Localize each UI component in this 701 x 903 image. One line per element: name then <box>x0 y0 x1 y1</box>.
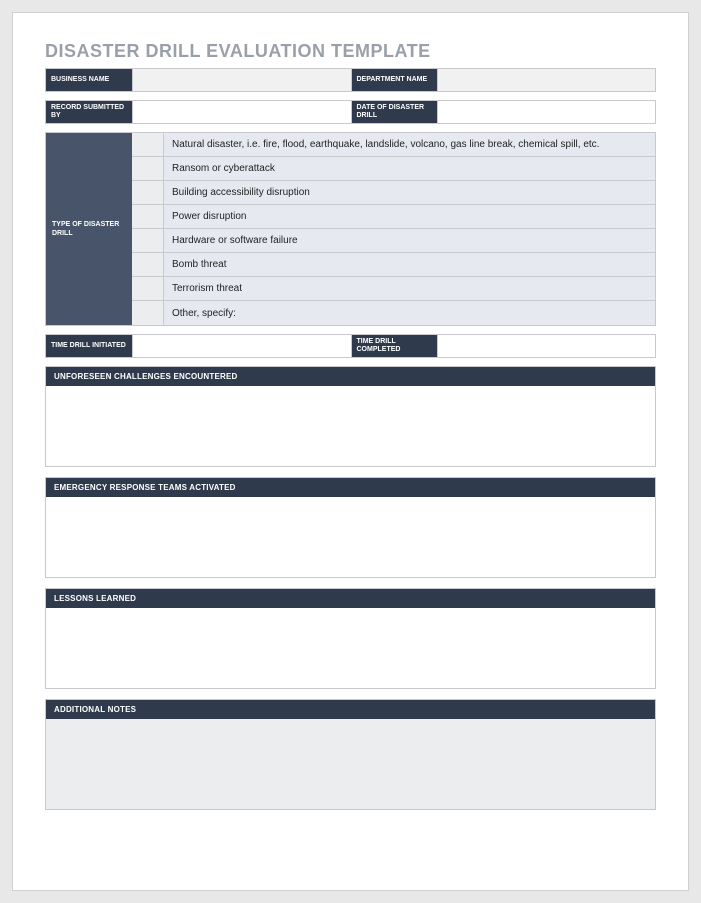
lessons-section: LESSONS LEARNED <box>45 588 656 689</box>
notes-section: ADDITIONAL NOTES <box>45 699 656 810</box>
drill-option-row: Natural disaster, i.e. fire, flood, eart… <box>132 133 655 157</box>
date-of-drill-label: DATE OF DISASTER DRILL <box>351 101 437 123</box>
drill-option-text: Bomb threat <box>164 253 655 276</box>
notes-header: ADDITIONAL NOTES <box>46 700 655 719</box>
time-initiated-input[interactable] <box>132 335 351 357</box>
drill-option-checkbox[interactable] <box>132 181 164 204</box>
record-submitted-by-input[interactable] <box>132 101 351 123</box>
drill-option-checkbox[interactable] <box>132 205 164 228</box>
drill-option-row: Terrorism threat <box>132 277 655 301</box>
response-teams-body[interactable] <box>46 497 655 577</box>
response-teams-header: EMERGENCY RESPONSE TEAMS ACTIVATED <box>46 478 655 497</box>
notes-body[interactable] <box>46 719 655 809</box>
challenges-header: UNFORESEEN CHALLENGES ENCOUNTERED <box>46 367 655 386</box>
drill-type-label: TYPE OF DISASTER DRILL <box>46 133 132 325</box>
drill-option-checkbox[interactable] <box>132 253 164 276</box>
challenges-body[interactable] <box>46 386 655 466</box>
drill-option-text: Ransom or cyberattack <box>164 157 655 180</box>
drill-type-options: Natural disaster, i.e. fire, flood, eart… <box>132 133 655 325</box>
response-teams-section: EMERGENCY RESPONSE TEAMS ACTIVATED <box>45 477 656 578</box>
drill-option-row: Ransom or cyberattack <box>132 157 655 181</box>
drill-option-checkbox[interactable] <box>132 133 164 156</box>
drill-option-text: Natural disaster, i.e. fire, flood, eart… <box>164 133 655 156</box>
department-name-label: DEPARTMENT NAME <box>351 69 437 91</box>
business-dept-row: BUSINESS NAME DEPARTMENT NAME <box>45 68 656 92</box>
time-completed-label: TIME DRILL COMPLETED <box>351 335 437 357</box>
lessons-body[interactable] <box>46 608 655 688</box>
drill-option-checkbox[interactable] <box>132 301 164 325</box>
date-of-drill-input[interactable] <box>437 101 656 123</box>
drill-option-row: Hardware or software failure <box>132 229 655 253</box>
drill-option-row: Other, specify: <box>132 301 655 325</box>
time-initiated-label: TIME DRILL INITIATED <box>46 335 132 357</box>
drill-type-label-text: TYPE OF DISASTER DRILL <box>52 220 126 238</box>
drill-option-text: Terrorism threat <box>164 277 655 300</box>
drill-option-text: Hardware or software failure <box>164 229 655 252</box>
drill-option-checkbox[interactable] <box>132 277 164 300</box>
lessons-header: LESSONS LEARNED <box>46 589 655 608</box>
record-date-row: RECORD SUBMITTED BY DATE OF DISASTER DRI… <box>45 100 656 124</box>
drill-option-text: Building accessibility disruption <box>164 181 655 204</box>
drill-option-row: Power disruption <box>132 205 655 229</box>
time-completed-input[interactable] <box>437 335 656 357</box>
drill-option-checkbox[interactable] <box>132 157 164 180</box>
business-name-input[interactable] <box>132 69 351 91</box>
time-row: TIME DRILL INITIATED TIME DRILL COMPLETE… <box>45 334 656 358</box>
business-name-label: BUSINESS NAME <box>46 69 132 91</box>
page-title: DISASTER DRILL EVALUATION TEMPLATE <box>45 41 656 62</box>
drill-option-checkbox[interactable] <box>132 229 164 252</box>
drill-type-table: TYPE OF DISASTER DRILL Natural disaster,… <box>45 132 656 326</box>
page: DISASTER DRILL EVALUATION TEMPLATE BUSIN… <box>12 12 689 891</box>
record-submitted-by-label: RECORD SUBMITTED BY <box>46 101 132 123</box>
drill-option-text: Other, specify: <box>164 301 655 325</box>
department-name-input[interactable] <box>437 69 656 91</box>
challenges-section: UNFORESEEN CHALLENGES ENCOUNTERED <box>45 366 656 467</box>
drill-option-row: Building accessibility disruption <box>132 181 655 205</box>
drill-option-text: Power disruption <box>164 205 655 228</box>
drill-option-row: Bomb threat <box>132 253 655 277</box>
